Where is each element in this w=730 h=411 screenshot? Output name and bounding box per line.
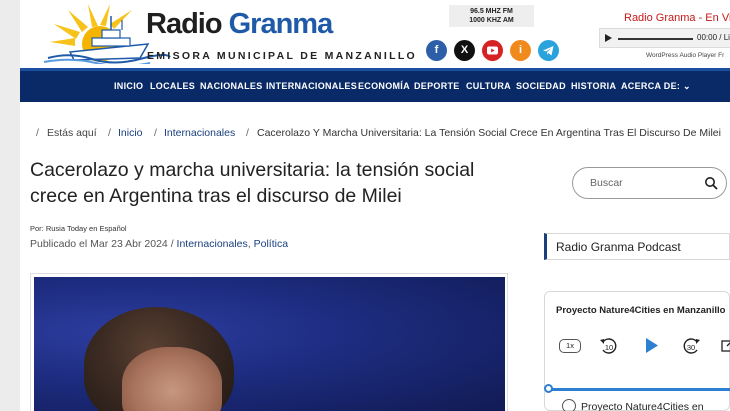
facebook-icon[interactable]: f — [426, 40, 447, 61]
article-author: Por: Rusia Today en Español — [30, 224, 127, 233]
nav-item-economia[interactable]: ECONOMÍA — [358, 81, 410, 91]
breadcrumb-item-internacionales[interactable]: Internacionales — [164, 127, 235, 139]
episode-progress-track[interactable] — [548, 388, 730, 391]
logo-word-granma: Granma — [228, 8, 334, 40]
rewind-icon[interactable]: 10 — [599, 336, 619, 356]
live-player-title: Radio Granma - En Viv — [624, 12, 730, 24]
breadcrumb-separator: / — [154, 127, 157, 139]
article-meta: Publicado el Mar 23 Abr 2024 / Internaci… — [30, 238, 288, 250]
podcast-play-icon[interactable] — [643, 337, 660, 354]
nav-item-locales[interactable]: LOCALES — [150, 81, 195, 91]
published-prefix: Publicado el — [30, 238, 88, 250]
telegram-icon[interactable] — [538, 40, 559, 61]
photo-face — [122, 347, 222, 411]
chevron-down-icon: ⌄ — [682, 81, 691, 91]
breadcrumb-you-are-here: Estás aquí — [47, 127, 97, 139]
article-image-frame — [30, 273, 508, 411]
article-photo[interactable] — [34, 277, 505, 411]
nav-item-sociedad[interactable]: SOCIEDAD — [516, 81, 566, 91]
meta-separator: / — [167, 238, 177, 250]
logo-subtitle: EMISORA MUNICIPAL DE MANZANILLO — [147, 50, 418, 62]
share-icon[interactable] — [721, 338, 730, 352]
breadcrumb-current: Cacerolazo Y Marcha Universitaria: La Te… — [257, 127, 721, 139]
play-icon[interactable] — [605, 34, 612, 42]
nav-item-historia[interactable]: HISTORIA — [571, 81, 616, 91]
nav-item-acerca-de-label: ACERCA DE: — [621, 81, 681, 91]
breadcrumb-separator: / — [36, 127, 39, 139]
podcast-widget-heading: Radio Granma Podcast — [544, 233, 730, 260]
nav-item-nacionales[interactable]: NACIONALES — [200, 81, 263, 91]
nav-item-internacionales[interactable]: INTERNACIONALES — [266, 81, 357, 91]
podcast-heading-text: Radio Granma Podcast — [556, 240, 681, 254]
nav-item-cultura[interactable]: CULTURA — [466, 81, 511, 91]
nav-item-deporte[interactable]: DEPORTE — [414, 81, 460, 91]
playback-speed-button[interactable]: 1x — [559, 339, 581, 353]
breadcrumb-item-inicio[interactable]: Inicio — [118, 127, 143, 139]
forward-seconds: 30 — [687, 343, 695, 352]
logo-wordmark[interactable]: Radio Granma — [146, 8, 334, 41]
site-header: Radio Granma EMISORA MUNICIPAL DE MANZAN… — [0, 0, 730, 68]
episode-progress-handle[interactable] — [544, 384, 553, 393]
frequency-fm: 96.5 MHZ FM — [470, 8, 513, 15]
breadcrumb-separator: / — [108, 127, 111, 139]
nav-item-acerca-de[interactable]: ACERCA DE: ⌄ — [621, 81, 691, 92]
podcast-player: Proyecto Nature4Cities en Manzanillo 1x … — [544, 291, 730, 411]
breadcrumb-separator: / — [246, 127, 249, 139]
article-headline: Cacerolazo y marcha universitaria: la te… — [30, 159, 475, 207]
player-time: 00:00 / Liv — [697, 33, 730, 42]
published-date: Mar 23 Abr 2024 — [90, 238, 168, 250]
category-link-politica[interactable]: Política — [254, 238, 288, 250]
search-box — [572, 167, 727, 199]
x-icon[interactable]: X — [454, 40, 475, 61]
youtube-icon[interactable] — [482, 40, 503, 61]
episode-list-play-icon[interactable] — [562, 399, 576, 411]
episode-title: Proyecto Nature4Cities en Manzanillo — [556, 305, 726, 316]
search-input[interactable] — [590, 176, 690, 190]
forward-icon[interactable]: 30 — [681, 336, 701, 356]
episode-list-item[interactable]: Proyecto Nature4Cities en — [581, 401, 704, 411]
nav-item-inicio[interactable]: INICIO — [114, 81, 143, 91]
frequency-badge: 96.5 MHZ FM 1000 KHZ AM — [449, 5, 534, 27]
page-margin — [0, 0, 20, 411]
main-navigation: INICIO LOCALES NACIONALES INTERNACIONALE… — [20, 68, 730, 102]
player-credit: WordPress Audio Player Fr — [646, 52, 725, 59]
page: Radio Granma EMISORA MUNICIPAL DE MANZAN… — [0, 0, 730, 411]
search-icon[interactable] — [704, 176, 719, 191]
player-progress-track[interactable] — [618, 38, 693, 40]
rewind-seconds: 10 — [605, 343, 613, 352]
info-icon[interactable]: i — [510, 40, 531, 61]
category-link-internacionales[interactable]: Internacionales — [177, 238, 248, 250]
live-audio-player[interactable]: 00:00 / Liv — [599, 28, 730, 48]
logo-word-radio: Radio — [146, 8, 223, 40]
frequency-am: 1000 KHZ AM — [469, 17, 514, 24]
